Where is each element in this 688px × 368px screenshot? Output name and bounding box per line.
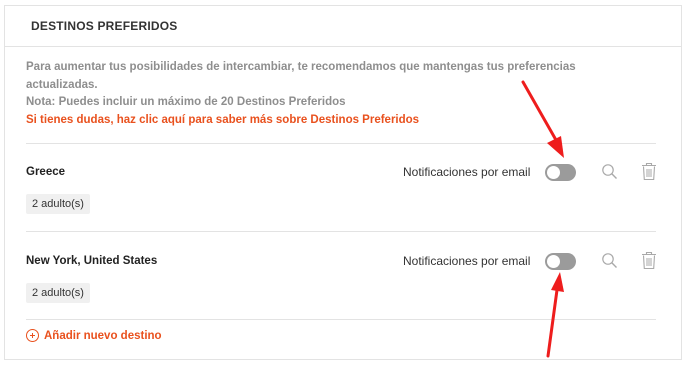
- search-icon[interactable]: [601, 252, 618, 274]
- email-notifications-toggle[interactable]: [545, 253, 576, 270]
- panel-title: DESTINOS PREFERIDOS: [5, 6, 681, 47]
- guests-badge: 2 adulto(s): [26, 194, 90, 214]
- search-icon[interactable]: [601, 163, 618, 185]
- guests-badge: 2 adulto(s): [26, 283, 90, 303]
- email-notifications-label: Notificaciones por email: [403, 165, 531, 179]
- trash-icon[interactable]: [641, 162, 657, 186]
- info-line-1: Para aumentar tus posibilidades de inter…: [26, 61, 576, 73]
- divider: [26, 231, 656, 232]
- divider: [26, 143, 656, 144]
- add-destination-button[interactable]: Añadir nuevo destino: [26, 329, 162, 342]
- toggle-knob: [547, 255, 560, 268]
- destination-name-new-york: New York, United States: [26, 255, 158, 267]
- email-notifications-label: Notificaciones por email: [403, 254, 531, 268]
- help-link[interactable]: Si tienes dudas, haz clic aquí para sabe…: [26, 112, 626, 130]
- toggle-knob: [547, 166, 560, 179]
- email-notifications-toggle[interactable]: [545, 164, 576, 181]
- add-destination-label: Añadir nuevo destino: [44, 329, 162, 342]
- plus-circle-icon: [26, 329, 39, 342]
- destination-name-greece: Greece: [26, 166, 66, 178]
- info-line-2: actualizadas.: [26, 78, 98, 91]
- info-note: Nota: Puedes incluir un máximo de 20 Des…: [26, 96, 346, 108]
- info-text: Para aumentar tus posibilidades de inter…: [26, 59, 626, 129]
- divider: [26, 319, 656, 320]
- trash-icon[interactable]: [641, 251, 657, 275]
